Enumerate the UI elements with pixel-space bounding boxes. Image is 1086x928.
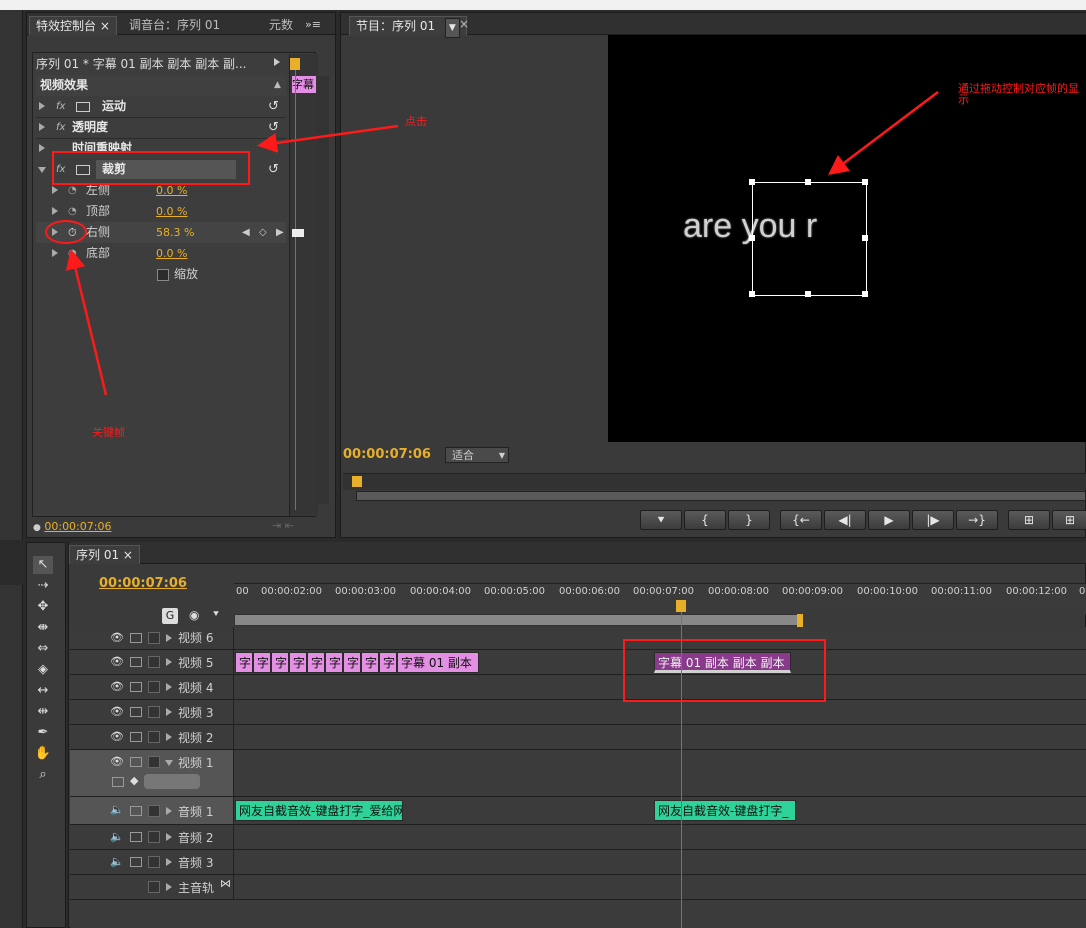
- arrow-to-keyframe: [65, 249, 108, 396]
- annotation-arrows: [65, 91, 939, 396]
- arrow-to-crop: [257, 124, 399, 153]
- arrow-to-box: [828, 91, 939, 176]
